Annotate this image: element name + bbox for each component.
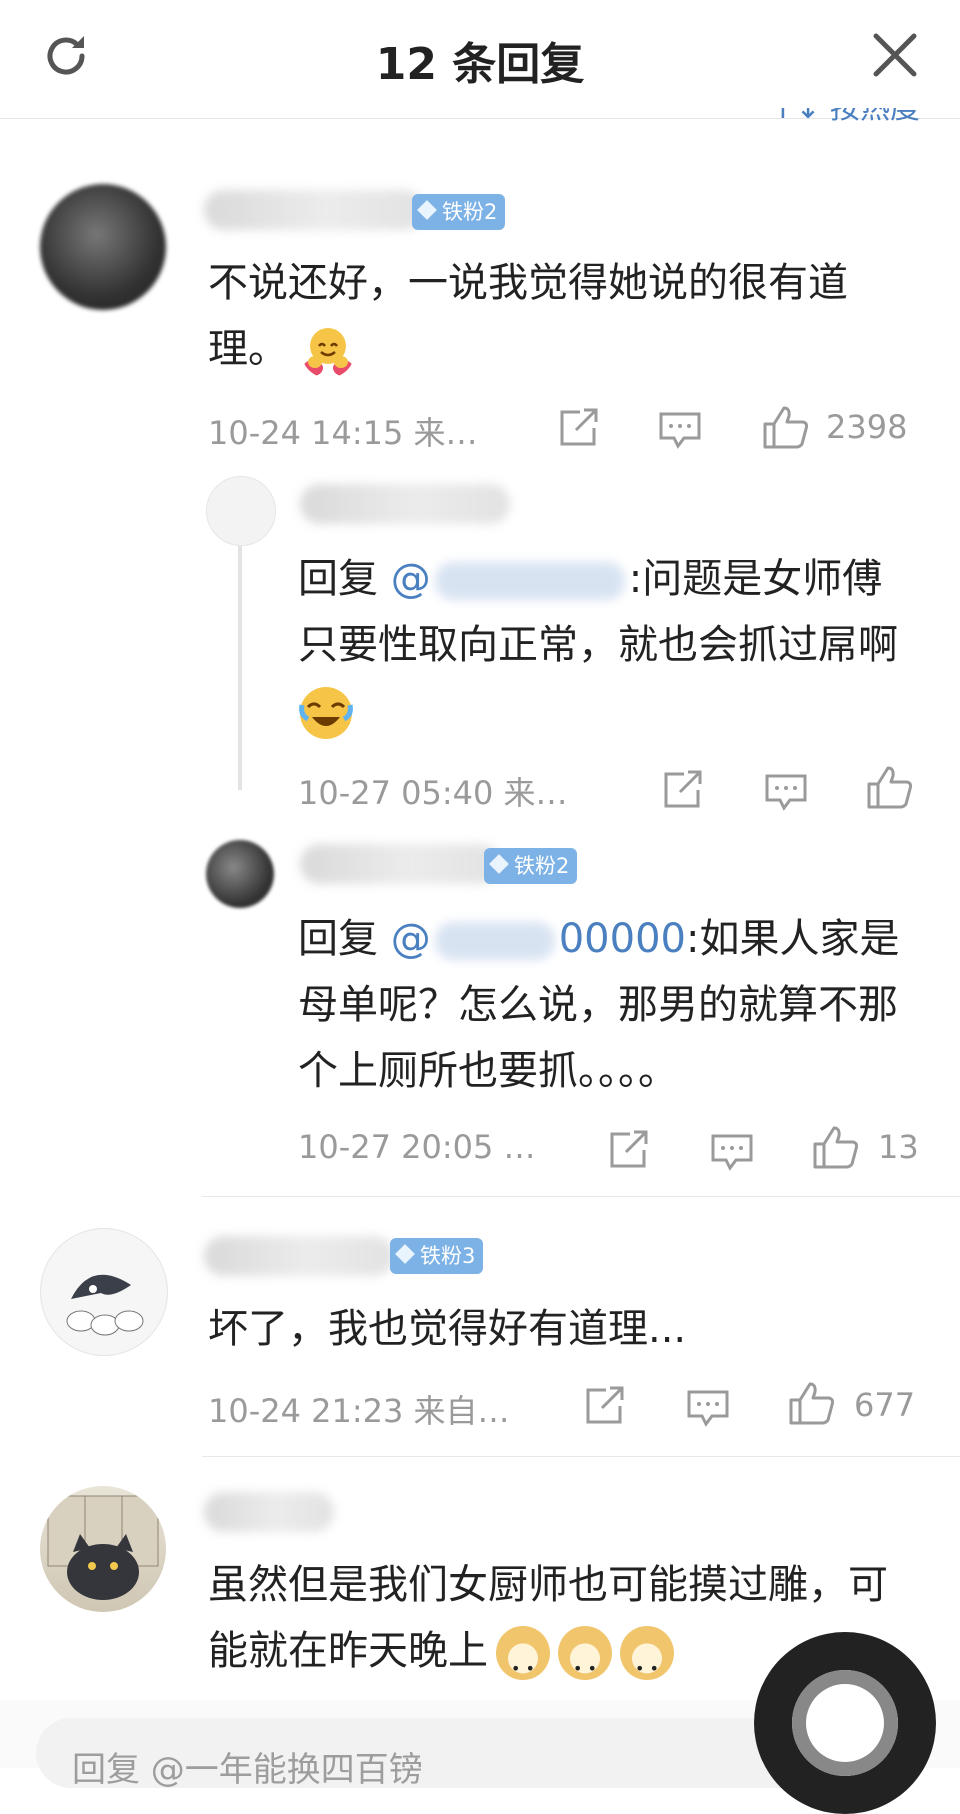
like-icon[interactable]: [812, 1124, 860, 1170]
username-blurred[interactable]: [204, 190, 424, 230]
like-count: 13: [878, 1128, 919, 1166]
like-count: 2398: [826, 408, 908, 446]
hugging-face-emoji: [302, 328, 353, 376]
avatar[interactable]: [206, 476, 276, 546]
comment-icon[interactable]: [658, 410, 702, 450]
username-blurred[interactable]: [204, 1492, 334, 1532]
divider: [202, 1456, 960, 1457]
cat-avatar-icon: [47, 1495, 159, 1600]
bird-avatar-icon: [66, 1274, 144, 1336]
reply-text: 回复 @00000:如果人家是母单呢？怎么说，那男的就算不那个上厕所也要抓。。。…: [298, 916, 900, 1094]
avatar[interactable]: [40, 184, 166, 310]
like-icon[interactable]: [788, 1380, 836, 1426]
username-blurred[interactable]: [204, 1236, 394, 1276]
sort-by-hot-button[interactable]: ↑↓ 按热度: [770, 108, 920, 132]
avatar[interactable]: [40, 1228, 168, 1356]
share-icon[interactable]: [582, 1386, 626, 1426]
comment-time: 10-24 14:15 来…: [208, 414, 478, 452]
share-icon[interactable]: [556, 408, 600, 448]
username-blurred[interactable]: [300, 484, 510, 524]
divider: [202, 1196, 960, 1197]
username-blurred[interactable]: [300, 844, 500, 884]
comment-icon[interactable]: [764, 772, 808, 812]
share-icon[interactable]: [660, 770, 704, 810]
comment-text: 坏了，我也觉得好有道理...: [208, 1306, 687, 1352]
mention-link[interactable]: @: [391, 556, 629, 602]
like-count: 677: [854, 1386, 916, 1424]
avatar[interactable]: [206, 840, 274, 908]
reply-input-placeholder: 回复 @一年能换四百镑: [72, 1750, 423, 1790]
comment-text: 不说还好，一说我觉得她说的很有道理。: [208, 250, 898, 382]
reply-time: 10-27 20:05 …: [298, 1128, 536, 1166]
comment-time: 10-24 21:23 来自…: [208, 1392, 510, 1430]
doge-emoji: [496, 1626, 550, 1702]
laughing-crying-emoji: [299, 687, 353, 739]
reply-panel-header: 12 条回复: [0, 0, 960, 119]
like-icon[interactable]: [866, 764, 914, 810]
page-title: 12 条回复: [375, 39, 585, 90]
doge-emoji: [620, 1626, 674, 1702]
fan-badge: 铁粉2: [412, 194, 506, 230]
comment-icon[interactable]: [686, 1388, 730, 1428]
doge-emoji: [558, 1626, 612, 1702]
reply-text: 回复 @:问题是女师傅只要性取向正常，就也会抓过屌啊: [298, 546, 908, 744]
comment-icon[interactable]: [710, 1132, 754, 1172]
mention-link[interactable]: @00000: [391, 916, 686, 962]
like-icon[interactable]: [762, 404, 810, 450]
fan-badge: 铁粉3: [390, 1238, 484, 1274]
close-icon[interactable]: [870, 30, 920, 80]
floating-button-ring-icon: [792, 1670, 898, 1776]
reply-time: 10-27 05:40 来…: [298, 774, 568, 812]
avatar[interactable]: [40, 1486, 166, 1612]
reply-thread-line: [238, 540, 242, 790]
fan-badge: 铁粉2: [484, 848, 578, 884]
share-icon[interactable]: [606, 1130, 650, 1170]
